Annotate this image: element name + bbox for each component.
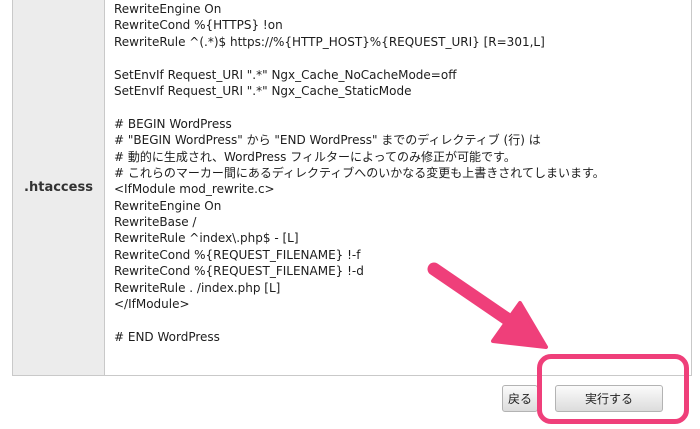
code-line: RewriteCond %{REQUEST_FILENAME} !-f	[114, 247, 361, 262]
code-line: <IfModule mod_rewrite.c>	[114, 182, 275, 197]
code-line: RewriteEngine On	[114, 198, 222, 213]
code-line: SetEnvIf Request_URI ".*" Ngx_Cache_Stat…	[114, 83, 412, 98]
code-line: RewriteRule ^(.*)$ https://%{HTTP_HOST}%…	[114, 34, 545, 49]
code-line: RewriteRule ^index\.php$ - [L]	[114, 231, 299, 246]
htaccess-label-cell: .htaccess	[13, 0, 105, 375]
code-line: RewriteEngine On	[114, 2, 222, 16]
htaccess-settings-table: .htaccess RewriteEngine On RewriteCond %{…	[12, 0, 692, 376]
code-line: RewriteRule . /index.php [L]	[114, 280, 281, 295]
back-button[interactable]: 戻る	[502, 385, 538, 412]
execute-button[interactable]: 実行する	[555, 385, 663, 412]
htaccess-label: .htaccess	[24, 179, 93, 195]
code-line: # BEGIN WordPress	[114, 116, 232, 131]
code-line: # これらのマーカー間にあるディレクティブへのいかなる変更も上書きされてしまいま…	[114, 165, 605, 180]
code-line: SetEnvIf Request_URI ".*" Ngx_Cache_NoCa…	[114, 67, 457, 82]
code-line: RewriteCond %{REQUEST_FILENAME} !-d	[114, 264, 364, 279]
code-line: </IfModule>	[114, 297, 190, 312]
code-line: # "BEGIN WordPress" から "END WordPress" ま…	[114, 133, 541, 148]
code-line: # 動的に生成され、WordPress フィルターによってのみ修正が可能です。	[114, 149, 516, 164]
htaccess-value-cell: RewriteEngine On RewriteCond %{HTTPS} !on…	[105, 0, 691, 375]
code-line: RewriteCond %{HTTPS} !on	[114, 18, 283, 33]
htaccess-content: RewriteEngine On RewriteCond %{HTTPS} !on…	[114, 1, 674, 345]
code-line: # END WordPress	[114, 329, 220, 344]
code-line: RewriteBase /	[114, 215, 197, 230]
